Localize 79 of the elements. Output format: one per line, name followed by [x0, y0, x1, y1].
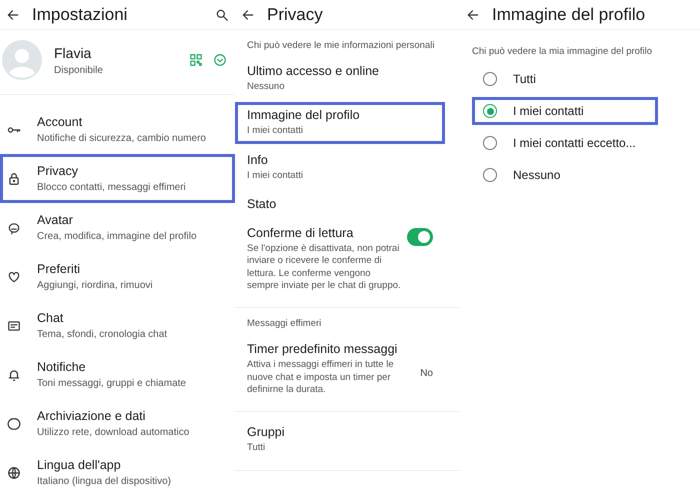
radio-button[interactable]	[483, 104, 497, 118]
settings-item[interactable]: Avatar Crea, modifica, immagine del profilo	[0, 203, 235, 252]
item-subtitle: Crea, modifica, immagine del profilo	[37, 231, 197, 242]
screen-title: Privacy	[267, 4, 324, 24]
item-title: Info	[247, 152, 269, 167]
item-title: Preferiti	[37, 262, 82, 276]
item-title: Account	[37, 115, 84, 129]
privacy-item[interactable]: Stato	[235, 191, 445, 218]
section-label: Chi può vedere la mia immagine del profilo	[471, 45, 654, 59]
qr-code-icon[interactable]	[189, 53, 203, 67]
item-subtitle: Utilizzo rete, download automatico	[37, 427, 190, 438]
back-arrow-icon[interactable]	[466, 8, 480, 22]
profile-status: Disponibile	[54, 64, 104, 76]
screen-title: Impostazioni	[32, 4, 128, 24]
item-title: Lingua dell'app	[37, 458, 122, 472]
section-label: Chi può vedere le mie informazioni personali	[246, 39, 436, 53]
privacy-item[interactable]: Immagine del profilo I miei contatti	[235, 102, 445, 144]
radio-button[interactable]	[483, 136, 497, 150]
chat-list-icon	[7, 318, 21, 332]
radio-option[interactable]: I miei contatti eccetto...	[472, 129, 658, 157]
item-title: Timer predefinito messaggi	[247, 342, 398, 356]
item-subtitle: Italiano (lingua del dispositivo)	[37, 476, 171, 487]
settings-item[interactable]: Preferiti Aggiungi, riordina, rimuovi	[0, 252, 235, 301]
avatar-face-icon	[7, 220, 21, 234]
section-label: Messaggi effimeri	[246, 317, 322, 332]
bell-icon	[7, 368, 21, 382]
option-label: I miei contatti eccetto...	[513, 136, 636, 150]
option-label: Tutti	[513, 72, 536, 86]
screen-title: Immagine del profilo	[492, 4, 646, 24]
radio-button[interactable]	[483, 72, 497, 86]
privacy-item[interactable]: Ultimo accesso e online Nessuno	[235, 58, 445, 100]
toggle-switch[interactable]	[407, 228, 433, 246]
settings-item[interactable]: Lingua dell'app Italiano (lingua del dispositivo)	[0, 448, 235, 497]
lock-icon	[7, 172, 21, 186]
item-title: Ultimo accesso e online	[247, 64, 380, 78]
item-title: Avatar	[37, 213, 74, 227]
globe-icon	[7, 466, 21, 480]
profile-name: Flavia	[54, 44, 92, 60]
settings-item[interactable]: Chat Tema, sfondi, cronologia chat	[0, 301, 235, 350]
privacy-item[interactable]: Gruppi Tutti	[235, 419, 445, 461]
item-subtitle: Toni messaggi, gruppi e chiamate	[37, 378, 186, 389]
item-subtitle: Nessuno	[247, 81, 286, 94]
privacy-item[interactable]: Info I miei contatti	[235, 146, 445, 188]
item-title: Archiviazione e dati	[37, 409, 146, 423]
storage-ring-icon	[7, 416, 21, 430]
item-subtitle: Tutti	[247, 442, 266, 455]
item-subtitle: Se l'opzione è disattivata, non potrai inviare o ricevere le conferme di lettura. Le conferme vengono sempre inviate per le chat di gruppo.	[247, 243, 401, 292]
radio-button[interactable]	[483, 168, 497, 182]
item-subtitle: Notifiche di sicurezza, cambio numero	[37, 133, 206, 144]
settings-item[interactable]: Notifiche Toni messaggi, gruppi e chiamate	[0, 350, 235, 399]
settings-item[interactable]: Privacy Blocco contatti, messaggi effimeri	[0, 154, 235, 203]
radio-option[interactable]: Tutti	[472, 65, 658, 93]
item-subtitle: Tema, sfondi, cronologia chat	[37, 329, 168, 340]
settings-item[interactable]: Archiviazione e dati Utilizzo rete, download automatico	[0, 399, 235, 448]
chevron-circle-icon[interactable]	[213, 53, 227, 67]
option-label: I miei contatti	[513, 104, 584, 118]
back-arrow-icon[interactable]	[241, 8, 255, 22]
back-arrow-icon[interactable]	[6, 8, 20, 22]
item-subtitle: Attiva i messaggi effimeri in tutte le nuove chat e imposta un timer per definirne la durata.	[247, 359, 395, 396]
item-subtitle: Aggiungi, riordina, rimuovi	[37, 280, 153, 291]
item-title: Stato	[247, 197, 278, 212]
option-label: Nessuno	[513, 168, 560, 182]
item-subtitle: I miei contatti	[247, 170, 304, 182]
item-subtitle: Blocco contatti, messaggi effimeri	[37, 182, 186, 193]
item-subtitle: I miei contatti	[247, 125, 304, 138]
item-title: Immagine del profilo	[247, 108, 361, 122]
heart-icon	[7, 270, 21, 284]
item-title: Notifiche	[37, 360, 87, 374]
settings-item[interactable]: Account Notifiche di sicurezza, cambio numero	[0, 105, 235, 154]
privacy-item[interactable]: Conferme di lettura Se l'opzione è disattivata, non potrai inviare o ricevere le conferme di lettura. Le conferme vengono sempre inviate per le chat di gruppo.	[235, 220, 445, 298]
item-title: Privacy	[37, 164, 79, 178]
privacy-item[interactable]: Timer predefinito messaggi Attiva i messaggi effimeri in tutte le nuove chat e imposta un timer per definirne la durata. No	[235, 336, 445, 402]
item-value: No	[420, 368, 433, 380]
radio-option[interactable]: I miei contatti	[472, 97, 658, 125]
radio-option[interactable]: Nessuno	[472, 161, 658, 189]
item-title: Gruppi	[247, 425, 286, 440]
item-title: Conferme di lettura	[247, 226, 354, 240]
search-icon[interactable]	[215, 8, 229, 22]
item-title: Chat	[37, 311, 64, 325]
